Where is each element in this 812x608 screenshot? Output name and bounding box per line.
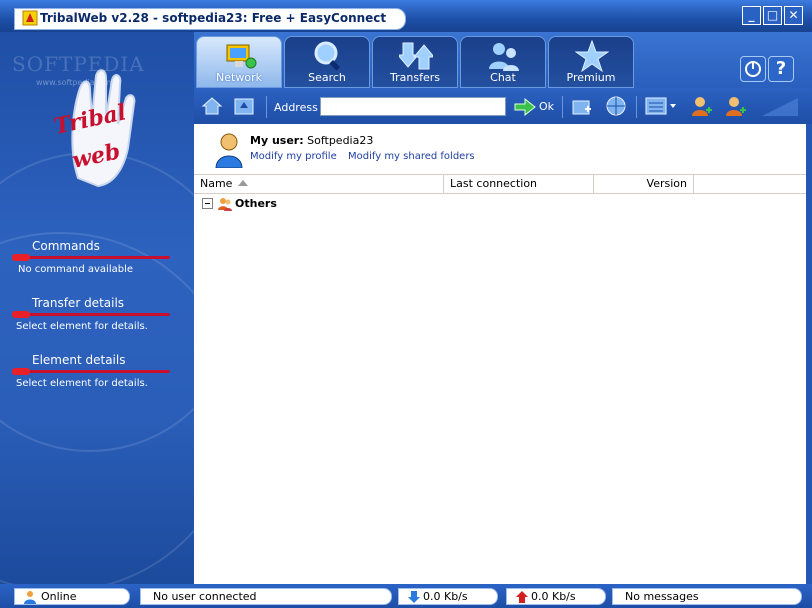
exit-button[interactable] <box>740 56 766 82</box>
globe-icon[interactable] <box>604 94 628 118</box>
user-avatar-icon <box>215 133 243 168</box>
tab-label-network: Network <box>216 71 262 84</box>
right-frame-edge <box>806 124 812 584</box>
tab-transfers[interactable]: Transfers <box>372 36 458 88</box>
online-user-icon <box>24 591 36 604</box>
section-divider <box>12 254 170 261</box>
maximize-button[interactable]: □ <box>763 6 782 25</box>
status-upload-text: 0.0 Kb/s <box>531 590 576 603</box>
sort-ascending-icon <box>238 180 249 186</box>
toolbar: Address Ok <box>194 88 812 124</box>
status-messages[interactable]: No messages <box>612 588 802 605</box>
home-icon[interactable] <box>200 94 224 118</box>
list-header: Name Last connection Version <box>194 175 806 194</box>
tab-label-premium: Premium <box>566 71 616 84</box>
transfer-arrows-icon <box>399 42 433 70</box>
status-messages-text: No messages <box>625 590 699 603</box>
collapse-toggle-icon[interactable] <box>202 198 213 209</box>
ok-button[interactable]: Ok <box>514 96 556 118</box>
left-panel: SOFTPEDIA www.softpedia.com Tribal web C… <box>0 32 194 584</box>
column-header-name[interactable]: Name <box>194 175 444 194</box>
transfer-details-text: Select element for details. <box>16 321 148 332</box>
status-online-text: Online <box>41 590 77 603</box>
network-icon <box>226 44 257 69</box>
status-download-text: 0.0 Kb/s <box>423 590 468 603</box>
status-bar: Online No user connected 0.0 Kb/s 0.0 Kb… <box>0 584 812 608</box>
user-settings-icon[interactable] <box>724 94 748 118</box>
column-name-label: Name <box>200 177 233 190</box>
column-header-last-connection[interactable]: Last connection <box>444 175 594 194</box>
users-group-icon <box>218 198 232 211</box>
go-arrow-icon <box>514 98 536 116</box>
tab-label-chat: Chat <box>490 71 516 84</box>
exit-icon <box>745 61 761 77</box>
premium-star-icon <box>575 39 609 73</box>
ok-label: Ok <box>539 100 555 113</box>
my-user-name: Softpedia23 <box>307 134 374 147</box>
main-tabs: Network Search Transfers Chat Premium <box>194 32 812 88</box>
modify-profile-link[interactable]: Modify my profile <box>250 151 337 162</box>
address-input[interactable] <box>320 97 506 116</box>
users-list[interactable]: Name Last connection Version Others <box>194 174 806 584</box>
my-user-panel: My user: Softpedia23 Modify my profile M… <box>194 124 806 174</box>
toolbar-separator <box>636 96 637 118</box>
magnifier-icon <box>314 41 341 71</box>
tab-chat[interactable]: Chat <box>460 36 546 88</box>
column-header-filler <box>694 175 806 194</box>
chat-users-icon <box>489 43 519 71</box>
decorative-swirl <box>0 232 194 584</box>
download-arrow-icon <box>408 591 420 603</box>
window-title: TribalWeb v2.28 - softpedia23: Free + Ea… <box>40 11 387 25</box>
tribalweb-logo: Tribal web <box>52 69 136 188</box>
status-users-text: No user connected <box>153 590 257 603</box>
tab-premium[interactable]: Premium <box>548 36 634 88</box>
help-button[interactable]: ? <box>768 56 794 82</box>
section-commands-title: Commands <box>32 239 100 253</box>
modify-shared-folders-link[interactable]: Modify my shared folders <box>348 151 475 162</box>
element-details-text: Select element for details. <box>16 378 148 389</box>
column-header-version[interactable]: Version <box>594 175 694 194</box>
section-divider <box>12 368 170 375</box>
status-online[interactable]: Online <box>14 588 130 605</box>
group-label-others: Others <box>235 197 277 210</box>
my-user-line: My user: Softpedia23 <box>250 134 373 147</box>
section-transfer-title: Transfer details <box>32 296 125 310</box>
address-label: Address <box>274 101 318 114</box>
tab-label-transfers: Transfers <box>390 71 440 84</box>
app-hand-icon <box>22 10 38 26</box>
title-bar[interactable]: TribalWeb v2.28 - softpedia23: Free + Ea… <box>0 0 812 32</box>
add-user-icon[interactable] <box>690 94 714 118</box>
status-upload: 0.0 Kb/s <box>506 588 606 605</box>
add-folder-icon[interactable] <box>570 94 594 118</box>
close-button[interactable]: ✕ <box>784 6 803 25</box>
section-element-title: Element details <box>32 353 126 367</box>
toolbar-separator <box>266 96 267 118</box>
tab-search[interactable]: Search <box>284 36 370 88</box>
toolbar-separator <box>562 96 563 118</box>
view-menu-icon[interactable] <box>644 94 678 118</box>
status-users: No user connected <box>140 588 392 605</box>
tab-network[interactable]: Network <box>196 36 282 88</box>
signal-icon <box>762 98 798 116</box>
refresh-icon[interactable] <box>232 94 256 118</box>
minimize-button[interactable]: _ <box>742 6 761 25</box>
commands-text: No command available <box>18 264 134 275</box>
tab-label-search: Search <box>308 71 346 84</box>
status-download: 0.0 Kb/s <box>398 588 498 605</box>
section-divider <box>12 311 170 318</box>
my-user-label: My user: <box>250 134 304 147</box>
upload-arrow-icon <box>516 591 528 603</box>
